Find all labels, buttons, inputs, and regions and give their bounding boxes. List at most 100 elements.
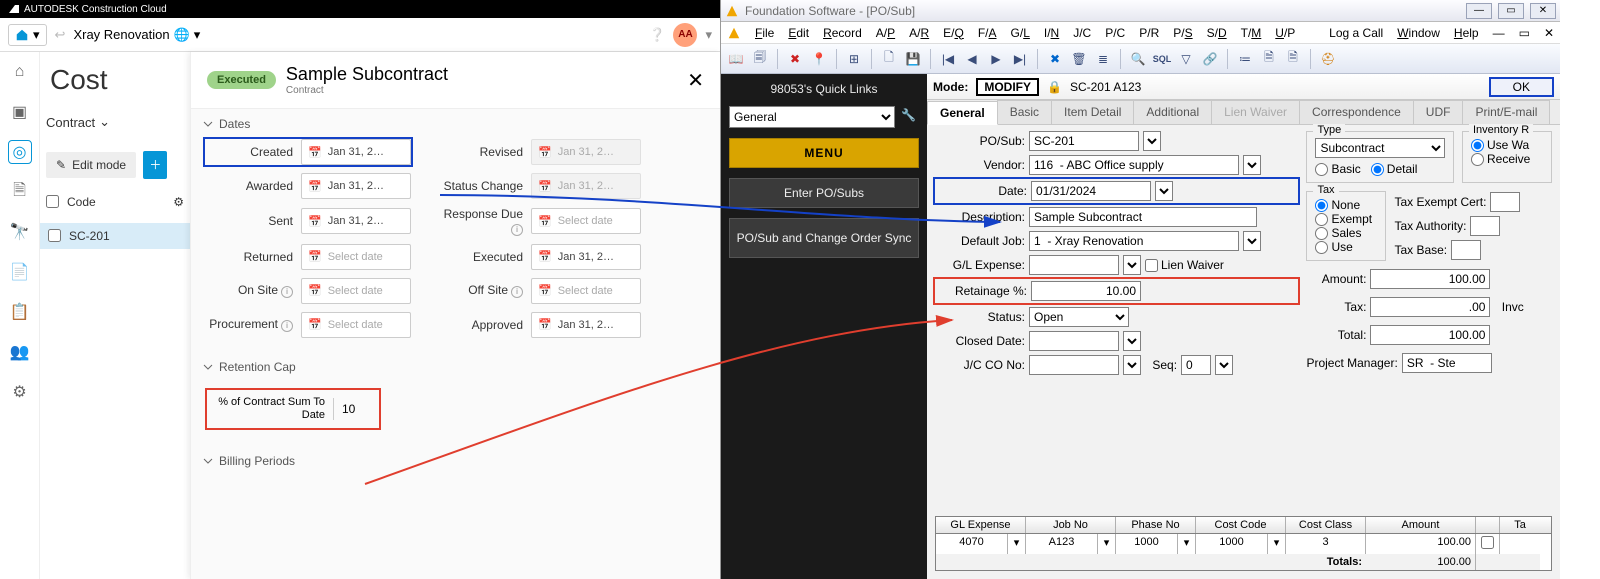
vendor-select[interactable] xyxy=(1243,155,1261,175)
rail-binoculars-icon[interactable]: 🔭 xyxy=(8,220,32,244)
retention-section-header[interactable]: Retention Cap xyxy=(191,352,720,382)
maximize-button[interactable]: ▭ xyxy=(1498,3,1524,19)
total-input[interactable] xyxy=(1370,325,1490,345)
type-basic-radio[interactable]: Basic xyxy=(1315,162,1360,176)
menu-sd[interactable]: S/D xyxy=(1207,26,1227,40)
minimize-button[interactable]: — xyxy=(1466,3,1492,19)
tb-link-icon[interactable]: 🔗 xyxy=(1199,48,1221,70)
rail-box-icon[interactable]: ▣ xyxy=(8,100,32,124)
edit-mode-button[interactable]: ✎Edit mode xyxy=(46,152,136,178)
tb-copy-icon[interactable]: 🗐 xyxy=(749,48,771,70)
tb-book-icon[interactable]: 📖 xyxy=(725,48,747,70)
rail-cost-icon[interactable]: ◎ xyxy=(8,140,32,164)
tb-doc2-icon[interactable]: 🗎 xyxy=(1282,48,1304,70)
inv-usewa-radio[interactable]: Use Wa xyxy=(1471,138,1543,152)
tb-list-icon[interactable]: ≣ xyxy=(1092,48,1114,70)
close-button[interactable]: ✕ xyxy=(1530,3,1556,19)
inv-receive-radio[interactable]: Receive xyxy=(1471,152,1543,166)
quick-links-select[interactable]: General xyxy=(729,106,895,128)
created-date-field[interactable]: Created📅Jan 31, 2… xyxy=(205,139,411,165)
menu-fa[interactable]: F/A xyxy=(978,26,997,40)
menu-up[interactable]: U/P xyxy=(1275,26,1295,40)
tb-pin-icon[interactable]: 📍 xyxy=(808,48,830,70)
executed-date-field[interactable]: Executed📅Jan 31, 2… xyxy=(435,244,641,270)
menu-gl[interactable]: G/L xyxy=(1011,26,1030,40)
help-icon[interactable]: ❔ xyxy=(649,27,665,43)
tb-doc1-icon[interactable]: 🗎 xyxy=(1258,48,1280,70)
tb-save-icon[interactable]: 💾 xyxy=(902,48,924,70)
tax-sales-radio[interactable]: Sales xyxy=(1315,226,1377,240)
tb-new-icon[interactable]: 🗋 xyxy=(878,48,900,70)
retainage-input[interactable] xyxy=(1031,281,1141,301)
response-due-date-field[interactable]: Response Duei📅Select date xyxy=(435,207,641,236)
tab-print-email[interactable]: Print/E-mail xyxy=(1462,100,1550,124)
procurement-date-field[interactable]: Procurementi📅Select date xyxy=(205,312,411,338)
retention-percent-field[interactable]: % of Contract Sum To Date 10 xyxy=(205,388,381,430)
menu-button[interactable]: MENU xyxy=(729,138,919,168)
menu-file[interactable]: File xyxy=(755,26,774,40)
tax-input[interactable] xyxy=(1370,297,1490,317)
menu-record[interactable]: Record xyxy=(823,26,862,40)
tab-udf[interactable]: UDF xyxy=(1413,100,1464,124)
tb-grid-icon[interactable]: ⊞ xyxy=(843,48,865,70)
avatar-menu-caret[interactable]: ▾ xyxy=(705,27,712,43)
tb-filter-icon[interactable]: ▽ xyxy=(1175,48,1197,70)
vendor-input[interactable] xyxy=(1029,155,1239,175)
inner-close-icon[interactable]: ✕ xyxy=(1544,26,1554,40)
tab-basic[interactable]: Basic xyxy=(997,100,1052,124)
back-icon[interactable]: ↩ xyxy=(55,27,66,43)
tab-item-detail[interactable]: Item Detail xyxy=(1051,100,1134,124)
seq-input[interactable] xyxy=(1181,355,1211,375)
tax-use-radio[interactable]: Use xyxy=(1315,240,1377,254)
type-detail-radio[interactable]: Detail xyxy=(1371,162,1418,176)
rail-doc-icon[interactable]: 🗎 xyxy=(8,180,32,204)
date-select[interactable] xyxy=(1155,181,1173,201)
row-checkbox[interactable] xyxy=(48,229,61,242)
menu-log-call[interactable]: Log a Call xyxy=(1329,26,1383,40)
menu-pc[interactable]: P/C xyxy=(1105,26,1125,40)
rail-clipboard-icon[interactable]: 📋 xyxy=(8,300,32,324)
default-job-input[interactable] xyxy=(1029,231,1239,251)
date-input[interactable] xyxy=(1031,181,1151,201)
tb-clear-icon[interactable]: ✖ xyxy=(1044,48,1066,70)
rail-page-icon[interactable]: 📄 xyxy=(8,260,32,284)
jcco-input[interactable] xyxy=(1029,355,1119,375)
amount-input[interactable] xyxy=(1370,269,1490,289)
add-button[interactable]: ＋ xyxy=(143,151,167,179)
gl-expense-input[interactable] xyxy=(1029,255,1119,275)
select-all-checkbox[interactable] xyxy=(46,195,59,208)
gl-expense-select[interactable] xyxy=(1123,255,1141,275)
enter-posubs-button[interactable]: Enter PO/Subs xyxy=(729,178,919,208)
contract-row[interactable]: SC-201 xyxy=(40,223,190,249)
billing-section-header[interactable]: Billing Periods xyxy=(191,446,720,476)
row-check[interactable] xyxy=(1481,536,1494,549)
menu-tm[interactable]: T/M xyxy=(1241,26,1262,40)
tb-first-icon[interactable]: |◀ xyxy=(937,48,959,70)
closed-date-input[interactable] xyxy=(1029,331,1119,351)
wrench-icon[interactable]: 🔧 xyxy=(901,108,919,126)
sent-date-field[interactable]: Sent📅Jan 31, 2… xyxy=(205,207,411,236)
tb-next-icon[interactable]: ▶ xyxy=(985,48,1007,70)
tb-delete-icon[interactable]: ✖ xyxy=(784,48,806,70)
tb-prev-icon[interactable]: ◀ xyxy=(961,48,983,70)
default-job-select[interactable] xyxy=(1243,231,1261,251)
on-site-date-field[interactable]: On Sitei📅Select date xyxy=(205,278,411,304)
menu-edit[interactable]: Edit xyxy=(788,26,809,40)
tb-bullets-icon[interactable]: ≔ xyxy=(1234,48,1256,70)
avatar[interactable]: AA xyxy=(673,23,697,47)
posub-select[interactable] xyxy=(1143,131,1161,151)
returned-date-field[interactable]: Returned📅Select date xyxy=(205,244,411,270)
rail-settings-icon[interactable]: ⚙ xyxy=(8,380,32,404)
tax-authority-input[interactable] xyxy=(1470,216,1500,236)
dates-section-header[interactable]: Dates xyxy=(191,109,720,139)
status-select[interactable]: Open xyxy=(1029,307,1129,327)
type-select[interactable]: Subcontract xyxy=(1315,138,1445,158)
pm-input[interactable] xyxy=(1402,353,1492,373)
menu-pr[interactable]: P/R xyxy=(1139,26,1159,40)
exempt-cert-input[interactable] xyxy=(1490,192,1520,212)
seq-select[interactable] xyxy=(1215,355,1233,375)
menu-ps[interactable]: P/S xyxy=(1173,26,1192,40)
menu-eq[interactable]: E/Q xyxy=(943,26,964,40)
tb-trash-icon[interactable]: 🗑 xyxy=(1068,48,1090,70)
tab-correspondence[interactable]: Correspondence xyxy=(1299,100,1414,124)
